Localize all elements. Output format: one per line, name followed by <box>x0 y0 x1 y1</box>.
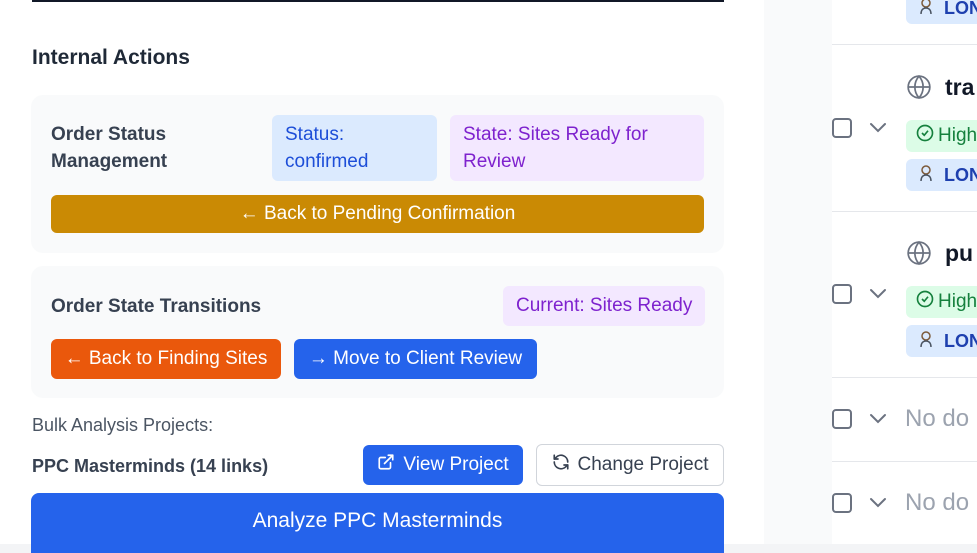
order-status-card: Order Status Management Status: confirme… <box>31 95 724 253</box>
row-divider <box>832 44 977 45</box>
current-state-badge: Current: Sites Ready <box>503 286 706 326</box>
domain-list-panel: LON tra High LON pu High LON No do No do <box>764 0 977 544</box>
globe-icon <box>906 240 932 266</box>
state-transitions-card: Order State Transitions Current: Sites R… <box>31 266 724 398</box>
row-checkbox[interactable] <box>832 409 852 429</box>
person-icon <box>918 164 934 187</box>
domain-title[interactable]: tra <box>945 74 974 101</box>
back-to-finding-sites-button[interactable]: ← Back to Finding Sites <box>51 339 281 379</box>
state-transitions-label: Order State Transitions <box>51 296 262 317</box>
globe-icon <box>906 74 932 100</box>
check-circle-icon <box>916 124 934 148</box>
domain-title[interactable]: pu <box>945 240 973 267</box>
empty-row-text: No do <box>905 405 970 432</box>
chevron-down-icon[interactable] <box>868 496 888 510</box>
location-badge-label: LON <box>944 330 977 351</box>
divider <box>32 0 724 2</box>
external-link-icon <box>377 453 395 477</box>
empty-row-text: No do <box>905 489 970 516</box>
check-circle-icon <box>916 290 934 314</box>
row-checkbox[interactable] <box>832 284 852 304</box>
location-badge: LON <box>906 325 977 357</box>
refresh-icon <box>552 453 570 477</box>
chevron-down-icon[interactable] <box>868 412 888 426</box>
back-to-pending-button[interactable]: ← Back to Pending Confirmation <box>51 195 704 233</box>
order-status-label: Order Status Management <box>51 124 168 172</box>
project-name: PPC Masterminds (14 links) <box>32 456 269 476</box>
priority-label: High <box>938 125 977 146</box>
state-badge: State: Sites Ready for Review <box>450 115 704 181</box>
row-checkbox[interactable] <box>832 118 852 138</box>
location-badge-label: LON <box>944 164 977 185</box>
row-divider <box>832 211 977 212</box>
row-divider <box>832 461 977 462</box>
view-project-label: View Project <box>403 454 509 475</box>
change-project-label: Change Project <box>577 454 709 475</box>
status-badge: Status: confirmed <box>272 115 437 181</box>
move-to-client-review-button[interactable]: → Move to Client Review <box>294 339 537 379</box>
change-project-button[interactable]: Change Project <box>536 444 724 486</box>
location-badge: LON <box>906 0 977 24</box>
bulk-projects-heading: Bulk Analysis Projects: <box>32 415 214 435</box>
analyze-project-button[interactable]: Analyze PPC Masterminds <box>31 493 724 553</box>
section-title: Internal Actions <box>32 46 190 69</box>
row-checkbox[interactable] <box>832 493 852 513</box>
priority-badge: High <box>906 120 977 152</box>
person-icon <box>918 330 934 353</box>
chevron-down-icon[interactable] <box>868 287 888 301</box>
location-badge-label: LON <box>944 0 977 18</box>
priority-label: High <box>938 291 977 312</box>
view-project-button[interactable]: View Project <box>363 445 523 485</box>
person-icon <box>918 0 934 20</box>
row-divider <box>832 377 977 378</box>
internal-actions-panel: Internal Actions Order Status Management… <box>0 0 764 553</box>
priority-badge: High <box>906 286 977 318</box>
chevron-down-icon[interactable] <box>868 121 888 135</box>
location-badge: LON <box>906 159 977 191</box>
